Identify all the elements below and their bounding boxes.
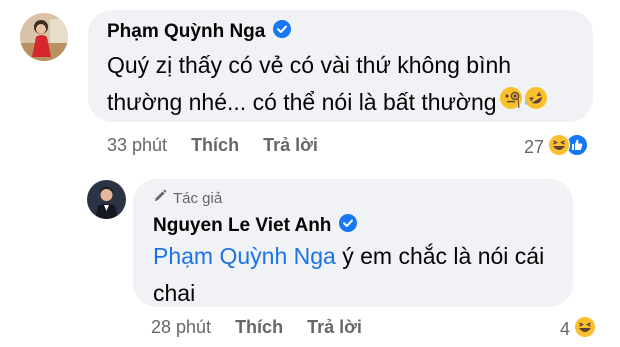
like-button[interactable]: Thích (191, 135, 239, 156)
verified-badge-icon (273, 20, 292, 43)
avatar-pham-quynh-nga[interactable] (20, 13, 68, 61)
verified-badge-icon (339, 214, 358, 237)
reaction-summary-2[interactable]: 4 (560, 316, 597, 343)
comment-timestamp[interactable]: 33 phút (107, 135, 167, 156)
reply-button[interactable]: Trả lời (307, 317, 362, 338)
reply-button[interactable]: Trả lời (263, 135, 318, 156)
comment-text-line-with-emoji: thường nhé... có thể nói là bất thường (107, 84, 592, 121)
comment-author-name[interactable]: Phạm Quỳnh Nga (107, 21, 265, 43)
reply-header: Nguyen Le Viet Anh (153, 214, 358, 237)
avatar-image (87, 180, 126, 219)
reply-timestamp[interactable]: 28 phút (151, 317, 211, 338)
mention-tag[interactable]: Phạm Quỳnh Nga (153, 243, 336, 269)
reaction-count: 4 (560, 319, 571, 339)
haha-reaction-icon (574, 316, 597, 343)
rolling-laughing-emoji-icon (524, 84, 548, 121)
reply-bubble: Tác giả Nguyen Le Viet Anh Phạm Quỳnh Ng… (133, 179, 573, 307)
haha-reaction-icon (548, 134, 571, 161)
reply-text-line: chai (153, 280, 196, 306)
comment-actions-1: 33 phút Thích Trả lời (107, 135, 318, 156)
comment-header: Phạm Quỳnh Nga (107, 20, 292, 43)
author-badge-label: Tác giả (173, 189, 223, 207)
pen-icon (153, 189, 167, 207)
like-button[interactable]: Thích (235, 317, 283, 338)
reply-author-name[interactable]: Nguyen Le Viet Anh (153, 215, 331, 237)
reply-text-line: Phạm Quỳnh Nga ý em chắc là nói cái (153, 238, 563, 275)
comment-text-line: thường nhé... có thể nói là bất thường (107, 89, 497, 115)
avatar-image (20, 13, 68, 61)
reply-actions: 28 phút Thích Trả lời (151, 317, 362, 338)
reaction-summary-1[interactable]: 27 (524, 134, 589, 161)
comment-text-line: Quý zị thấy có vẻ có vài thứ không bình (107, 52, 512, 78)
reply-text-rest: ý em chắc là nói cái (335, 243, 545, 269)
avatar-nguyen-le-viet-anh[interactable] (87, 180, 126, 219)
monocle-face-emoji-icon (499, 84, 523, 121)
comment-text: Quý zị thấy có vẻ có vài thứ không bình … (107, 47, 592, 121)
reaction-count: 27 (524, 137, 545, 157)
comment-bubble-1: Phạm Quỳnh Nga Quý zị thấy có vẻ có vài … (88, 10, 593, 122)
reply-text: Phạm Quỳnh Nga ý em chắc là nói cái chai (153, 238, 563, 312)
author-badge: Tác giả (153, 189, 222, 207)
